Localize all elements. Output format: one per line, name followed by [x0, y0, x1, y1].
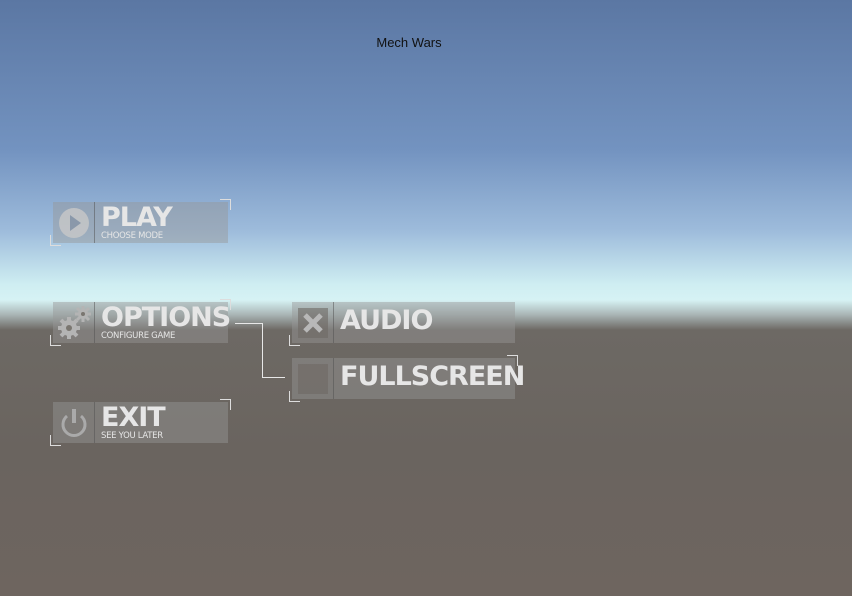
connector-line [262, 323, 263, 378]
play-label: PLAY [101, 202, 173, 233]
game-title: Mech Wars [376, 35, 442, 50]
x-mark-icon [302, 312, 323, 333]
options-label: OPTIONS [101, 302, 231, 333]
exit-label: EXIT [101, 402, 166, 433]
exit-subtitle: SEE YOU LATER [101, 431, 163, 441]
options-button[interactable]: OPTIONS CONFIGURE GAME [50, 299, 231, 346]
exit-button[interactable]: EXIT SEE YOU LATER [50, 399, 231, 446]
fullscreen-label: FULLSCREEN [340, 361, 525, 392]
play-button[interactable]: PLAY CHOOSE MODE [50, 199, 231, 246]
play-subtitle: CHOOSE MODE [101, 231, 163, 241]
audio-toggle[interactable]: AUDIO [289, 302, 515, 346]
audio-label: AUDIO [340, 305, 433, 336]
fullscreen-toggle[interactable]: FULLSCREEN [289, 355, 525, 402]
options-subtitle: CONFIGURE GAME [101, 331, 176, 341]
connector-line [262, 377, 285, 378]
connector-line [235, 323, 263, 324]
